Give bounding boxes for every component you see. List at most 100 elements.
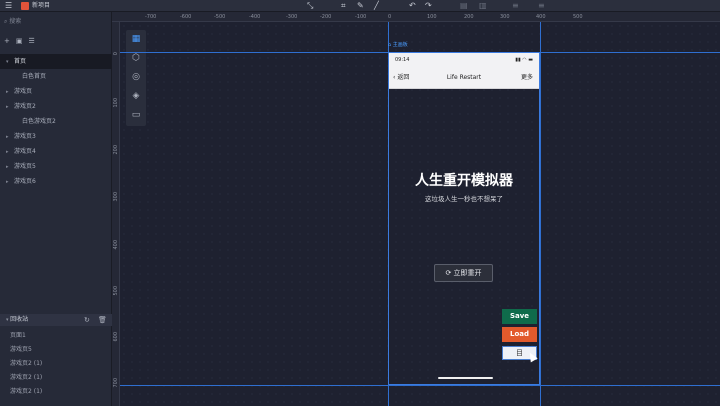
distribute-v-icon[interactable]: ≡: [538, 1, 545, 11]
add-folder-icon[interactable]: ▣: [16, 37, 23, 45]
top-toolbar: ☰ 新项目 ⤡ ⌗ ✎ ╱ ↶ ↷ ▤ ▥ ≡ ≡: [0, 0, 720, 12]
recycle-list: 页面1 游戏页5 游戏页2 (1) 游戏页2 (1) 游戏页2 (1): [0, 329, 112, 399]
tree-item[interactable]: 白色首页: [0, 69, 112, 84]
asset-icon[interactable]: ▭: [126, 106, 146, 125]
expand-icon[interactable]: ▸: [6, 175, 14, 190]
layers-icon[interactable]: ◈: [126, 87, 146, 106]
expand-icon[interactable]: ▸: [6, 130, 14, 145]
artboard-tag[interactable]: ⌂ 主画板: [388, 41, 408, 49]
tree-item-label: 游戏页: [14, 88, 33, 95]
nav-title: Life Restart: [446, 74, 482, 81]
link-icon[interactable]: ⤡: [307, 1, 313, 11]
recycle-item[interactable]: 游戏页5: [0, 343, 112, 357]
ruler-tick: 600: [113, 332, 119, 342]
recycle-bin-title: 回收站: [10, 316, 29, 323]
crop-icon[interactable]: ⌗: [341, 1, 346, 11]
refresh-icon: ⟳: [445, 269, 454, 277]
ruler-tick: 700: [113, 378, 119, 388]
tree-item[interactable]: 白色游戏页2: [0, 114, 112, 129]
expand-icon[interactable]: ▾: [6, 55, 14, 70]
artboard-name: 主画板: [392, 42, 408, 48]
ruler-tick: -700: [145, 14, 157, 20]
expand-icon[interactable]: ▸: [6, 85, 14, 100]
tree-item-label: 游戏页6: [14, 178, 36, 185]
sidebar-tools: + ▣ ☰: [4, 37, 41, 45]
tree-item[interactable]: ▸ 游戏页5: [0, 159, 112, 174]
restart-label: 立即重开: [453, 269, 482, 277]
more-button[interactable]: 更多: [521, 67, 533, 89]
menu-icon[interactable]: ☰: [5, 1, 12, 11]
restore-icon[interactable]: ↻: [84, 314, 90, 326]
tree-item[interactable]: ▸ 游戏页6: [0, 174, 112, 189]
ruler-tick: 400: [536, 14, 546, 20]
ruler-tick: -600: [180, 14, 192, 20]
tree-item-label: 白色游戏页2: [22, 118, 56, 125]
home-indicator: [438, 377, 493, 379]
ruler-tick: -200: [320, 14, 332, 20]
ruler-tick: 100: [113, 98, 119, 108]
ruler-tick: 0: [113, 52, 119, 56]
expand-icon[interactable]: ▸: [6, 100, 14, 115]
restart-button[interactable]: ⟳ 立即重开: [434, 264, 493, 282]
tree-item-label: 游戏页3: [14, 133, 36, 140]
recycle-item[interactable]: 游戏页2 (1): [0, 385, 112, 399]
ruler-tick: -300: [286, 14, 298, 20]
ruler-tick: 200: [113, 145, 119, 155]
ruler-tick: -400: [249, 14, 261, 20]
tree-item-label: 游戏页2: [14, 103, 36, 110]
undo-icon[interactable]: ↶: [409, 1, 416, 11]
tree-item-label: 首页: [14, 58, 27, 65]
ruler-tick: 0: [388, 14, 392, 20]
pages-icon[interactable]: ▦: [126, 30, 146, 49]
ruler-tick: 300: [500, 14, 510, 20]
align-center-icon[interactable]: ▥: [479, 1, 487, 11]
battery-icon: ▮▮ ◠ ▬: [515, 57, 533, 63]
search-box[interactable]: ⌕ 搜索: [4, 16, 21, 26]
tree-item[interactable]: ▸ 游戏页4: [0, 144, 112, 159]
tree-item[interactable]: ▸ 游戏页3: [0, 129, 112, 144]
component-icon[interactable]: ◎: [126, 68, 146, 87]
recycle-item[interactable]: 游戏页2 (1): [0, 357, 112, 371]
align-left-icon[interactable]: ▤: [460, 1, 468, 11]
nav-bar: ‹ 返回 Life Restart 更多: [389, 67, 539, 89]
ruler-tick: 500: [573, 14, 583, 20]
status-bar: 09:14 ▮▮ ◠ ▬: [389, 53, 539, 67]
horizontal-ruler[interactable]: -700 -600 -500 -400 -300 -200 -100 0 100 200 300 40…: [112, 12, 720, 22]
guide-line-h2[interactable]: [120, 385, 720, 386]
app-logo: [21, 2, 29, 10]
tree-item[interactable]: ▾ 首页: [0, 54, 112, 69]
add-page-icon[interactable]: +: [4, 37, 10, 45]
tree-item-label: 白色首页: [22, 73, 47, 80]
phone-artboard[interactable]: 09:14 ▮▮ ◠ ▬ ‹ 返回 Life Restart 更多 人生重开模拟…: [388, 52, 540, 385]
recycle-item[interactable]: 页面1: [0, 329, 112, 343]
sort-icon[interactable]: ☰: [29, 37, 35, 45]
ruler-tick: 100: [427, 14, 437, 20]
pencil-icon[interactable]: ╱: [374, 1, 379, 11]
status-time: 09:14: [395, 57, 410, 63]
ruler-tick: -500: [214, 14, 226, 20]
ruler-tick: -100: [355, 14, 367, 20]
recycle-item[interactable]: 游戏页2 (1): [0, 371, 112, 385]
load-button[interactable]: Load: [502, 327, 537, 342]
recycle-bin-header[interactable]: ▾ 回收站 ↻ 🗑: [0, 314, 112, 326]
redo-icon[interactable]: ↷: [425, 1, 432, 11]
trash-icon[interactable]: 🗑: [98, 314, 107, 326]
vertical-ruler[interactable]: 0 100 200 300 400 500 600 700: [112, 22, 120, 406]
save-button[interactable]: Save: [502, 309, 537, 324]
ruler-tick: 300: [113, 192, 119, 202]
distribute-icon[interactable]: ≡: [512, 1, 519, 11]
vertical-toolbar: ▦ ⬡ ◎ ◈ ▭: [126, 30, 146, 126]
page-tree: ▾ 首页 白色首页 ▸ 游戏页 ▸ 游戏页2 白色游戏页2 ▸ 游戏页3 ▸ 游戏页4 ▸ 游戏页5 ▸ 游戏…: [0, 54, 112, 189]
tree-item[interactable]: ▸ 游戏页2: [0, 99, 112, 114]
tree-item[interactable]: ▸ 游戏页: [0, 84, 112, 99]
guide-line-v2[interactable]: [540, 22, 541, 406]
pen-icon[interactable]: ✎: [357, 1, 364, 11]
subline: 这垃圾人生一秒也不想呆了: [425, 195, 503, 203]
ruler-tick: 200: [464, 14, 474, 20]
tree-item-label: 游戏页4: [14, 148, 36, 155]
headline: 人生重开模拟器: [415, 173, 513, 189]
expand-icon[interactable]: ▸: [6, 145, 14, 160]
project-title: 新项目: [32, 2, 51, 9]
expand-icon[interactable]: ▸: [6, 160, 14, 175]
search-placeholder: 搜索: [9, 18, 22, 25]
